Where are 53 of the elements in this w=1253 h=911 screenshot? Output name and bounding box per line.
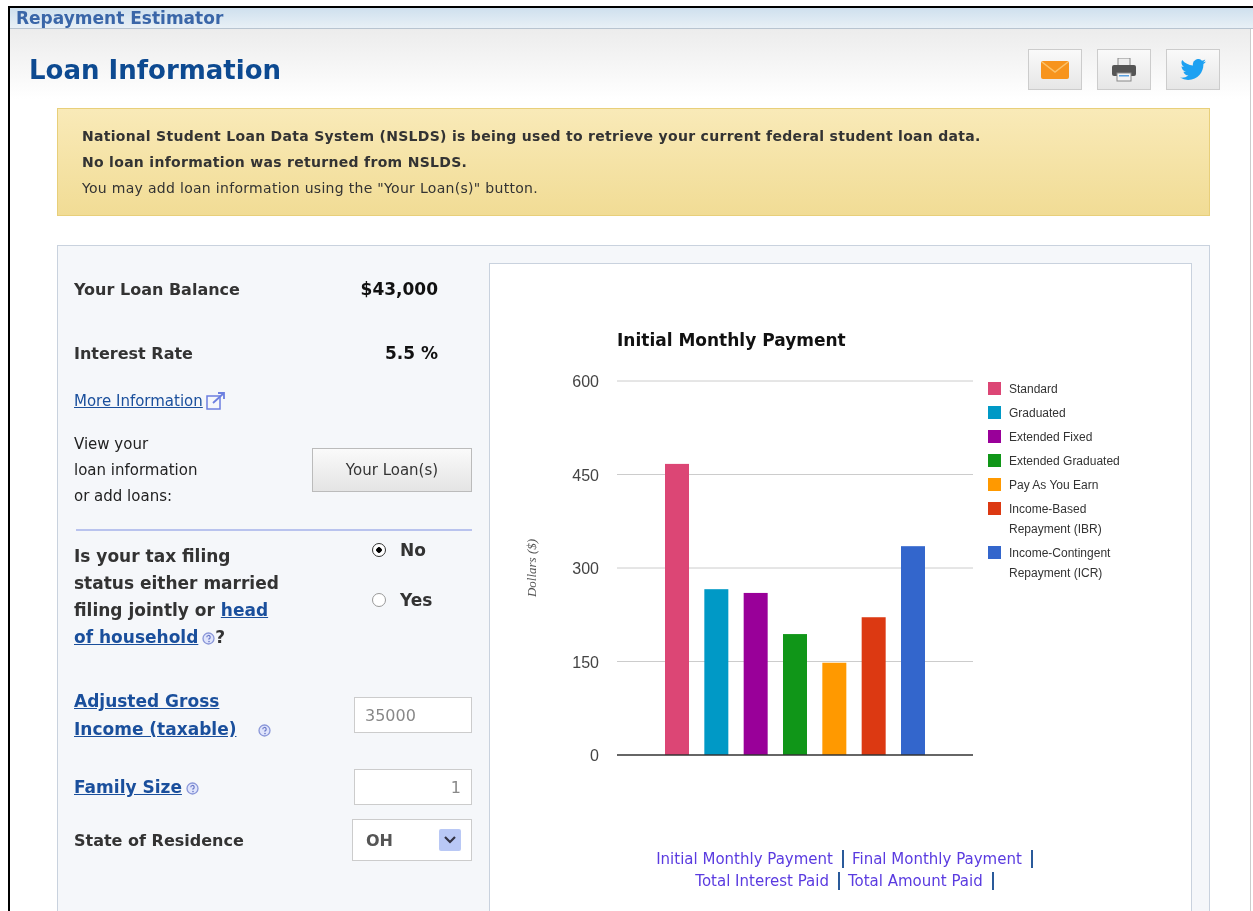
email-button[interactable]	[1028, 49, 1082, 90]
legend-label: Graduated	[1008, 406, 1066, 420]
legend-label: Extended Fixed	[1008, 430, 1092, 444]
more-information-link[interactable]: More Information	[74, 392, 203, 410]
chart-title: Initial Monthly Payment	[616, 330, 846, 350]
chart-view-link[interactable]: Initial Monthly Payment	[648, 850, 844, 868]
income-field[interactable]: 35000	[354, 697, 472, 733]
legend-label: Standard	[1008, 382, 1058, 396]
share-button[interactable]	[1166, 49, 1220, 90]
view-loans-text: View your loan information or add loans:	[74, 434, 198, 507]
help-icon[interactable]	[185, 781, 199, 795]
family-size-link[interactable]: Family Size	[74, 777, 182, 797]
legend-label: Extended Graduated	[1008, 454, 1120, 468]
rate-value: 5.5 %	[384, 343, 439, 363]
y-tick-label: 150	[571, 653, 599, 671]
chart-view-link[interactable]: Total Amount Paid	[839, 872, 994, 890]
chart-view-link[interactable]: Final Monthly Payment	[843, 850, 1033, 868]
radio-label: Yes	[400, 590, 433, 610]
state-select[interactable]: OH	[352, 819, 472, 861]
print-button[interactable]	[1097, 49, 1151, 90]
field-label: Interest Rate	[74, 343, 193, 363]
external-link-icon[interactable]	[205, 391, 226, 411]
help-icon[interactable]	[202, 631, 216, 645]
chart-view-link[interactable]: Total Interest Paid	[687, 872, 840, 890]
field-label: State of Residence	[74, 830, 244, 850]
legend-label: Pay As You Earn	[1008, 478, 1098, 492]
head-of-household-link[interactable]: head	[220, 600, 269, 620]
tax-filing-question: Is your tax filing status either married filing jointly or head of household ?	[74, 545, 280, 649]
envelope-icon	[1041, 60, 1069, 79]
page-title: Loan Information	[29, 54, 282, 85]
radio-label: No	[400, 540, 426, 560]
help-icon[interactable]	[258, 723, 271, 737]
y-tick-label: 300	[571, 560, 599, 577]
family-size-field[interactable]: 1	[354, 769, 472, 805]
printer-icon	[1111, 57, 1137, 82]
y-tick-label: 450	[571, 466, 599, 484]
your-loans-button[interactable]: Your Loan(s)	[312, 448, 472, 492]
balance-value: $43,000	[360, 279, 439, 299]
bird-icon	[1180, 59, 1206, 80]
radio-button[interactable]	[372, 593, 386, 607]
field-label: Your Loan Balance	[74, 279, 240, 299]
y-tick-label: 0	[589, 747, 599, 764]
y-axis-label: Dollars ($)	[523, 538, 539, 598]
app-title: Repayment Estimator	[16, 8, 224, 28]
y-tick-label: 600	[571, 373, 599, 390]
legend-label: Income-Contingent Repayment (ICR)	[1008, 546, 1110, 580]
notice-text: You may add loan information using the "Your Loan(s)" button.	[82, 179, 540, 198]
legend-label: Income-Based Repayment (IBR)	[1008, 502, 1102, 536]
radio-button[interactable]	[372, 543, 386, 557]
notice-text: No loan information was returned from NSLDS.	[82, 153, 469, 172]
income-link[interactable]: Adjusted Gross Income (taxable)	[74, 687, 254, 743]
notice-text: National Student Loan Data System (NSLDS) is being used to retrieve your current federal student loan data.	[82, 127, 982, 146]
head-of-household-link[interactable]: of household	[74, 627, 199, 647]
